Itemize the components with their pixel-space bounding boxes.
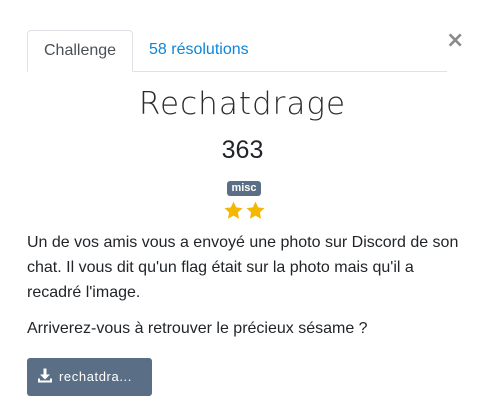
tab-resolutions[interactable]: 58 résolutions bbox=[133, 30, 265, 70]
download-button[interactable]: rechatdra... bbox=[27, 358, 152, 396]
challenge-points: 363 bbox=[221, 136, 264, 164]
download-label: rechatdra... bbox=[59, 369, 132, 384]
challenge-description: Un de vos amis vous a envoyé une photo s… bbox=[27, 234, 459, 301]
category-badge: misc bbox=[227, 181, 261, 196]
challenge-title: Rechatdrage bbox=[138, 86, 347, 122]
close-button[interactable]: × bbox=[446, 28, 464, 54]
challenge-modal: × Challenge 58 résolutions Rechatdrage 3… bbox=[0, 0, 485, 410]
star-icon bbox=[245, 200, 266, 221]
star-icon bbox=[223, 200, 244, 221]
download-icon bbox=[37, 368, 53, 384]
challenge-question: Arriverez-vous à retrouver le précieux s… bbox=[27, 320, 368, 337]
tab-bar: Challenge 58 résolutions bbox=[27, 30, 447, 72]
tab-challenge[interactable]: Challenge bbox=[27, 30, 133, 72]
difficulty-stars bbox=[221, 200, 267, 222]
